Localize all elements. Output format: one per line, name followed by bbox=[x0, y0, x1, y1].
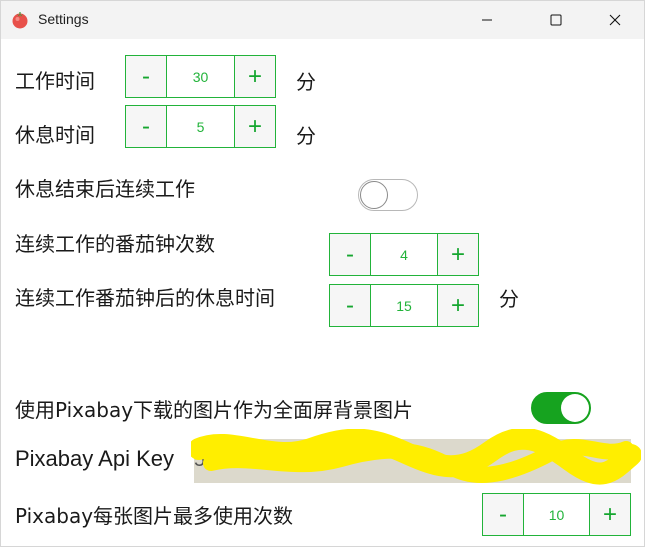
long-rest-time-value[interactable]: 15 bbox=[371, 284, 437, 327]
redaction-scribble bbox=[191, 429, 641, 485]
maximize-button[interactable] bbox=[533, 1, 579, 39]
pixabay-api-key-label: Pixabay Api Key bbox=[15, 446, 174, 471]
rest-time-stepper: - 5 + bbox=[125, 105, 276, 148]
settings-window: Settings 工作时间 - 30 + 分 休息时间 - 5 + 分 休息结束… bbox=[0, 0, 645, 547]
toggle-knob bbox=[360, 181, 388, 209]
pixabay-max-uses-stepper: - 10 + bbox=[482, 493, 631, 536]
maximize-icon bbox=[550, 14, 562, 26]
consecutive-pomodoros-label: 连续工作的番茄钟次数 bbox=[15, 232, 215, 256]
work-time-unit: 分 bbox=[296, 70, 316, 94]
pixabay-max-uses-increment-button[interactable]: + bbox=[589, 493, 631, 536]
pixabay-max-uses-value[interactable]: 10 bbox=[524, 493, 589, 536]
consecutive-pomodoros-value[interactable]: 4 bbox=[371, 233, 437, 276]
minimize-icon bbox=[481, 14, 493, 26]
work-time-label: 工作时间 bbox=[15, 69, 95, 93]
minimize-button[interactable] bbox=[464, 1, 510, 39]
close-button[interactable] bbox=[592, 1, 638, 39]
long-rest-time-label: 连续工作番茄钟后的休息时间 bbox=[15, 286, 275, 310]
continue-after-rest-toggle[interactable] bbox=[358, 179, 418, 211]
consecutive-pomodoros-decrement-button[interactable]: - bbox=[329, 233, 371, 276]
work-time-increment-button[interactable]: + bbox=[234, 55, 276, 98]
pixabay-fullscreen-label: 使用Pixabay下载的图片作为全面屏背景图片 bbox=[15, 398, 414, 422]
pixabay-max-uses-decrement-button[interactable]: - bbox=[482, 493, 524, 536]
rest-time-value[interactable]: 5 bbox=[167, 105, 234, 148]
work-time-decrement-button[interactable]: - bbox=[125, 55, 167, 98]
consecutive-pomodoros-increment-button[interactable]: + bbox=[437, 233, 479, 276]
rest-time-increment-button[interactable]: + bbox=[234, 105, 276, 148]
close-icon bbox=[609, 14, 621, 26]
work-time-value[interactable]: 30 bbox=[167, 55, 234, 98]
consecutive-pomodoros-stepper: - 4 + bbox=[329, 233, 479, 276]
continue-after-rest-label: 休息结束后连续工作 bbox=[15, 177, 195, 201]
long-rest-time-stepper: - 15 + bbox=[329, 284, 479, 327]
long-rest-time-increment-button[interactable]: + bbox=[437, 284, 479, 327]
rest-time-unit: 分 bbox=[296, 124, 316, 148]
title-bar[interactable]: Settings bbox=[1, 1, 644, 39]
work-time-stepper: - 30 + bbox=[125, 55, 276, 98]
rest-time-label: 休息时间 bbox=[15, 123, 95, 147]
tomato-icon bbox=[11, 11, 29, 29]
window-title: Settings bbox=[38, 11, 89, 27]
toggle-knob bbox=[561, 394, 589, 422]
long-rest-time-unit: 分 bbox=[499, 287, 519, 311]
long-rest-time-decrement-button[interactable]: - bbox=[329, 284, 371, 327]
rest-time-decrement-button[interactable]: - bbox=[125, 105, 167, 148]
pixabay-max-uses-label: Pixabay每张图片最多使用次数 bbox=[15, 504, 294, 528]
pixabay-fullscreen-toggle[interactable] bbox=[531, 392, 591, 424]
